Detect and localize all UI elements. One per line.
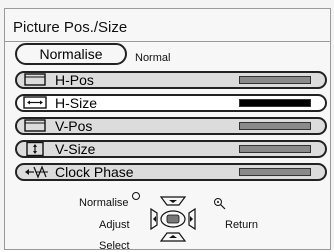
osd-screen: Picture Pos./Size Normalise Normal H-Pos	[0, 0, 334, 252]
title-divider	[5, 41, 330, 42]
level-bar[interactable]	[239, 76, 311, 84]
monitor-icon	[24, 119, 46, 132]
legend-return-label: Return	[225, 219, 259, 231]
normalise-key-icon	[132, 192, 140, 200]
control-legend: Normalise Adjust Select Return	[65, 187, 285, 252]
normalise-button[interactable]: Normalise	[15, 43, 127, 65]
level-bar[interactable]	[239, 99, 311, 107]
menu-item-label: H-Pos	[55, 72, 94, 88]
normalise-mode-value: Normal	[135, 52, 171, 64]
menu-item-label: V-Pos	[55, 118, 93, 134]
menu-item-v-pos[interactable]: V-Pos	[15, 117, 327, 135]
monitor-icon	[24, 73, 46, 86]
return-key-icon	[214, 198, 226, 210]
osd-menu-panel: Picture Pos./Size Normalise Normal H-Pos	[4, 8, 331, 252]
menu-item-v-size[interactable]: V-Size	[15, 140, 327, 158]
menu-item-label: V-Size	[55, 141, 96, 157]
legend-adjust-label: Adjust	[99, 219, 130, 231]
v-size-arrows-icon	[26, 142, 44, 156]
menu-item-clock-phase[interactable]: Clock Phase	[15, 163, 327, 181]
menu-item-label: Clock Phase	[55, 164, 134, 180]
h-size-arrows-icon	[23, 96, 47, 109]
level-bar[interactable]	[239, 168, 311, 176]
clock-phase-icon	[25, 165, 48, 179]
menu-item-h-size[interactable]: H-Size	[15, 94, 327, 112]
level-bar[interactable]	[239, 122, 311, 130]
navigation-pad-icon	[150, 196, 196, 242]
legend-select-label: Select	[99, 240, 130, 252]
menu-title: Picture Pos./Size	[13, 19, 128, 36]
menu-item-label: H-Size	[55, 95, 98, 111]
menu-item-h-pos[interactable]: H-Pos	[15, 71, 327, 89]
legend-normalise-label: Normalise	[79, 197, 129, 209]
level-bar[interactable]	[239, 145, 311, 153]
